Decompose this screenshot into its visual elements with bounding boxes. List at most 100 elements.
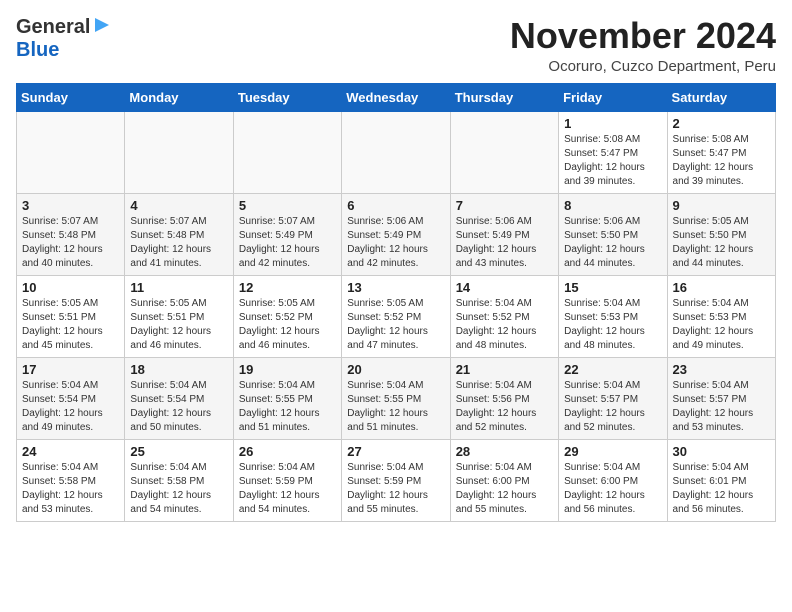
calendar-week-row: 17 Sunrise: 5:04 AM Sunset: 5:54 PM Dayli… — [17, 357, 776, 439]
day-info: Sunrise: 5:05 AM Sunset: 5:51 PM Dayligh… — [130, 297, 227, 353]
calendar-cell: 26 Sunrise: 5:04 AM Sunset: 5:59 PM Dayli… — [233, 439, 341, 521]
weekday-header-tuesday: Tuesday — [233, 83, 341, 111]
day-number: 22 — [564, 362, 661, 377]
calendar-week-row: 1 Sunrise: 5:08 AM Sunset: 5:47 PM Daylig… — [17, 111, 776, 193]
day-number: 13 — [347, 280, 444, 295]
day-number: 24 — [22, 444, 119, 459]
calendar-cell: 8 Sunrise: 5:06 AM Sunset: 5:50 PM Daylig… — [559, 193, 667, 275]
day-number: 2 — [673, 116, 770, 131]
calendar-cell: 2 Sunrise: 5:08 AM Sunset: 5:47 PM Daylig… — [667, 111, 775, 193]
weekday-header-thursday: Thursday — [450, 83, 558, 111]
weekday-header-monday: Monday — [125, 83, 233, 111]
day-number: 8 — [564, 198, 661, 213]
day-info: Sunrise: 5:04 AM Sunset: 5:53 PM Dayligh… — [673, 297, 770, 353]
day-number: 21 — [456, 362, 553, 377]
day-info: Sunrise: 5:04 AM Sunset: 5:58 PM Dayligh… — [130, 461, 227, 517]
day-info: Sunrise: 5:04 AM Sunset: 5:59 PM Dayligh… — [347, 461, 444, 517]
calendar-cell: 20 Sunrise: 5:04 AM Sunset: 5:55 PM Dayli… — [342, 357, 450, 439]
calendar-cell: 9 Sunrise: 5:05 AM Sunset: 5:50 PM Daylig… — [667, 193, 775, 275]
calendar-cell: 4 Sunrise: 5:07 AM Sunset: 5:48 PM Daylig… — [125, 193, 233, 275]
day-number: 1 — [564, 116, 661, 131]
calendar-cell: 6 Sunrise: 5:06 AM Sunset: 5:49 PM Daylig… — [342, 193, 450, 275]
day-info: Sunrise: 5:04 AM Sunset: 5:53 PM Dayligh… — [564, 297, 661, 353]
calendar-cell: 19 Sunrise: 5:04 AM Sunset: 5:55 PM Dayli… — [233, 357, 341, 439]
calendar-cell: 21 Sunrise: 5:04 AM Sunset: 5:56 PM Dayli… — [450, 357, 558, 439]
calendar-cell: 15 Sunrise: 5:04 AM Sunset: 5:53 PM Dayli… — [559, 275, 667, 357]
calendar-week-row: 3 Sunrise: 5:07 AM Sunset: 5:48 PM Daylig… — [17, 193, 776, 275]
calendar-cell — [125, 111, 233, 193]
calendar-cell: 7Sunrise: 5:06 AM Sunset: 5:49 PM Daylig… — [450, 193, 558, 275]
calendar-cell: 18Sunrise: 5:04 AM Sunset: 5:54 PM Dayli… — [125, 357, 233, 439]
calendar-cell: 23Sunrise: 5:04 AM Sunset: 5:57 PM Dayli… — [667, 357, 775, 439]
calendar-cell: 12Sunrise: 5:05 AM Sunset: 5:52 PM Dayli… — [233, 275, 341, 357]
calendar-cell: 24 Sunrise: 5:04 AM Sunset: 5:58 PM Dayli… — [17, 439, 125, 521]
calendar-cell — [342, 111, 450, 193]
day-number: 7 — [456, 198, 553, 213]
day-number: 15 — [564, 280, 661, 295]
calendar-cell: 30 Sunrise: 5:04 AM Sunset: 6:01 PM Dayli… — [667, 439, 775, 521]
calendar-week-row: 24 Sunrise: 5:04 AM Sunset: 5:58 PM Dayli… — [17, 439, 776, 521]
calendar-week-row: 10 Sunrise: 5:05 AM Sunset: 5:51 PM Dayli… — [17, 275, 776, 357]
day-number: 3 — [22, 198, 119, 213]
day-info: Sunrise: 5:07 AM Sunset: 5:49 PM Dayligh… — [239, 215, 336, 271]
calendar-header-row: SundayMondayTuesdayWednesdayThursdayFrid… — [17, 83, 776, 111]
day-info: Sunrise: 5:04 AM Sunset: 5:54 PM Dayligh… — [22, 379, 119, 435]
day-number: 30 — [673, 444, 770, 459]
day-info: Sunrise: 5:06 AM Sunset: 5:49 PM Dayligh… — [347, 215, 444, 271]
day-number: 26 — [239, 444, 336, 459]
day-number: 6 — [347, 198, 444, 213]
calendar-cell: 10Sunrise: 5:05 AM Sunset: 5:51 PM Dayli… — [17, 275, 125, 357]
day-number: 9 — [673, 198, 770, 213]
day-number: 19 — [239, 362, 336, 377]
calendar-cell: 11 Sunrise: 5:05 AM Sunset: 5:51 PM Dayli… — [125, 275, 233, 357]
day-info: Sunrise: 5:04 AM Sunset: 6:00 PM Dayligh… — [564, 461, 661, 517]
day-info: Sunrise: 5:04 AM Sunset: 5:58 PM Dayligh… — [22, 461, 119, 517]
day-info: Sunrise: 5:04 AM Sunset: 6:00 PM Dayligh… — [456, 461, 553, 517]
calendar-table: SundayMondayTuesdayWednesdayThursdayFrid… — [16, 83, 776, 522]
page-header: General Blue November 2024 Ocoruro, Cuzc… — [16, 16, 776, 75]
day-info: Sunrise: 5:04 AM Sunset: 6:01 PM Dayligh… — [673, 461, 770, 517]
day-info: Sunrise: 5:05 AM Sunset: 5:52 PM Dayligh… — [347, 297, 444, 353]
logo-general: General — [16, 16, 90, 39]
calendar-cell: 5 Sunrise: 5:07 AM Sunset: 5:49 PM Daylig… — [233, 193, 341, 275]
day-number: 16 — [673, 280, 770, 295]
calendar-cell: 29 Sunrise: 5:04 AM Sunset: 6:00 PM Dayli… — [559, 439, 667, 521]
day-info: Sunrise: 5:04 AM Sunset: 5:52 PM Dayligh… — [456, 297, 553, 353]
day-info: Sunrise: 5:04 AM Sunset: 5:55 PM Dayligh… — [347, 379, 444, 435]
title-block: November 2024 Ocoruro, Cuzco Department,… — [510, 16, 776, 75]
logo-blue: Blue — [16, 39, 59, 61]
calendar-cell — [17, 111, 125, 193]
calendar-cell — [450, 111, 558, 193]
location-subtitle: Ocoruro, Cuzco Department, Peru — [510, 58, 776, 75]
day-number: 10 — [22, 280, 119, 295]
day-number: 11 — [130, 280, 227, 295]
day-number: 4 — [130, 198, 227, 213]
day-info: Sunrise: 5:07 AM Sunset: 5:48 PM Dayligh… — [130, 215, 227, 271]
weekday-header-saturday: Saturday — [667, 83, 775, 111]
day-number: 23 — [673, 362, 770, 377]
calendar-cell: 16 Sunrise: 5:04 AM Sunset: 5:53 PM Dayli… — [667, 275, 775, 357]
day-info: Sunrise: 5:04 AM Sunset: 5:59 PM Dayligh… — [239, 461, 336, 517]
day-number: 14 — [456, 280, 553, 295]
day-number: 29 — [564, 444, 661, 459]
calendar-cell: 28Sunrise: 5:04 AM Sunset: 6:00 PM Dayli… — [450, 439, 558, 521]
day-info: Sunrise: 5:08 AM Sunset: 5:47 PM Dayligh… — [673, 133, 770, 189]
calendar-cell — [233, 111, 341, 193]
day-info: Sunrise: 5:07 AM Sunset: 5:48 PM Dayligh… — [22, 215, 119, 271]
day-info: Sunrise: 5:04 AM Sunset: 5:56 PM Dayligh… — [456, 379, 553, 435]
day-info: Sunrise: 5:06 AM Sunset: 5:50 PM Dayligh… — [564, 215, 661, 271]
day-info: Sunrise: 5:05 AM Sunset: 5:50 PM Dayligh… — [673, 215, 770, 271]
calendar-cell: 25Sunrise: 5:04 AM Sunset: 5:58 PM Dayli… — [125, 439, 233, 521]
day-number: 5 — [239, 198, 336, 213]
calendar-cell: 22 Sunrise: 5:04 AM Sunset: 5:57 PM Dayli… — [559, 357, 667, 439]
weekday-header-friday: Friday — [559, 83, 667, 111]
month-title: November 2024 — [510, 16, 776, 56]
day-info: Sunrise: 5:04 AM Sunset: 5:57 PM Dayligh… — [564, 379, 661, 435]
day-info: Sunrise: 5:04 AM Sunset: 5:55 PM Dayligh… — [239, 379, 336, 435]
day-number: 20 — [347, 362, 444, 377]
calendar-cell: 14 Sunrise: 5:04 AM Sunset: 5:52 PM Dayli… — [450, 275, 558, 357]
day-number: 12 — [239, 280, 336, 295]
weekday-header-sunday: Sunday — [17, 83, 125, 111]
logo-arrow-icon — [93, 16, 111, 39]
day-number: 17 — [22, 362, 119, 377]
